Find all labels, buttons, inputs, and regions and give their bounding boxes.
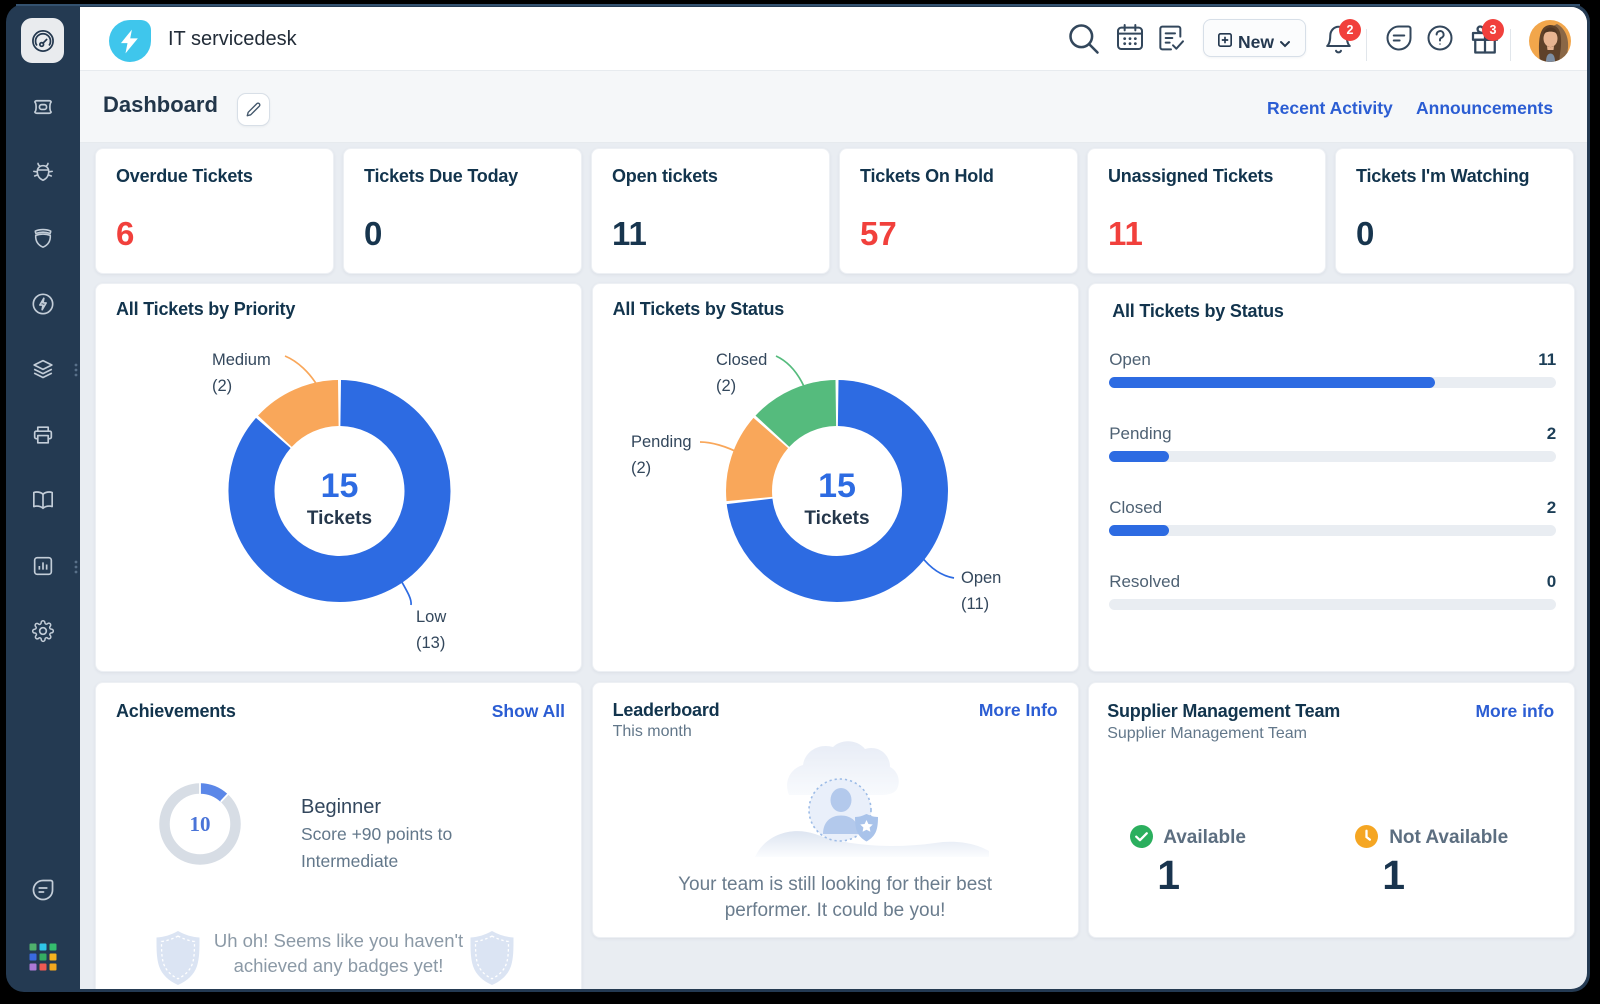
- svg-text:Medium: Medium: [212, 351, 271, 369]
- svg-text:15: 15: [321, 467, 359, 505]
- svg-text:Tickets: Tickets: [804, 508, 869, 529]
- svg-text:Low: Low: [416, 608, 446, 626]
- svg-text:(13): (13): [416, 634, 445, 652]
- svg-text:Closed: Closed: [716, 351, 767, 369]
- svg-text:Pending: Pending: [631, 433, 692, 451]
- svg-text:(2): (2): [631, 459, 651, 477]
- svg-text:(2): (2): [716, 377, 736, 395]
- svg-text:Tickets: Tickets: [307, 508, 372, 529]
- svg-text:(2): (2): [212, 377, 232, 395]
- svg-text:10: 10: [190, 812, 211, 836]
- svg-text:Open: Open: [961, 569, 1001, 587]
- svg-text:15: 15: [818, 467, 856, 505]
- svg-text:(11): (11): [961, 595, 989, 613]
